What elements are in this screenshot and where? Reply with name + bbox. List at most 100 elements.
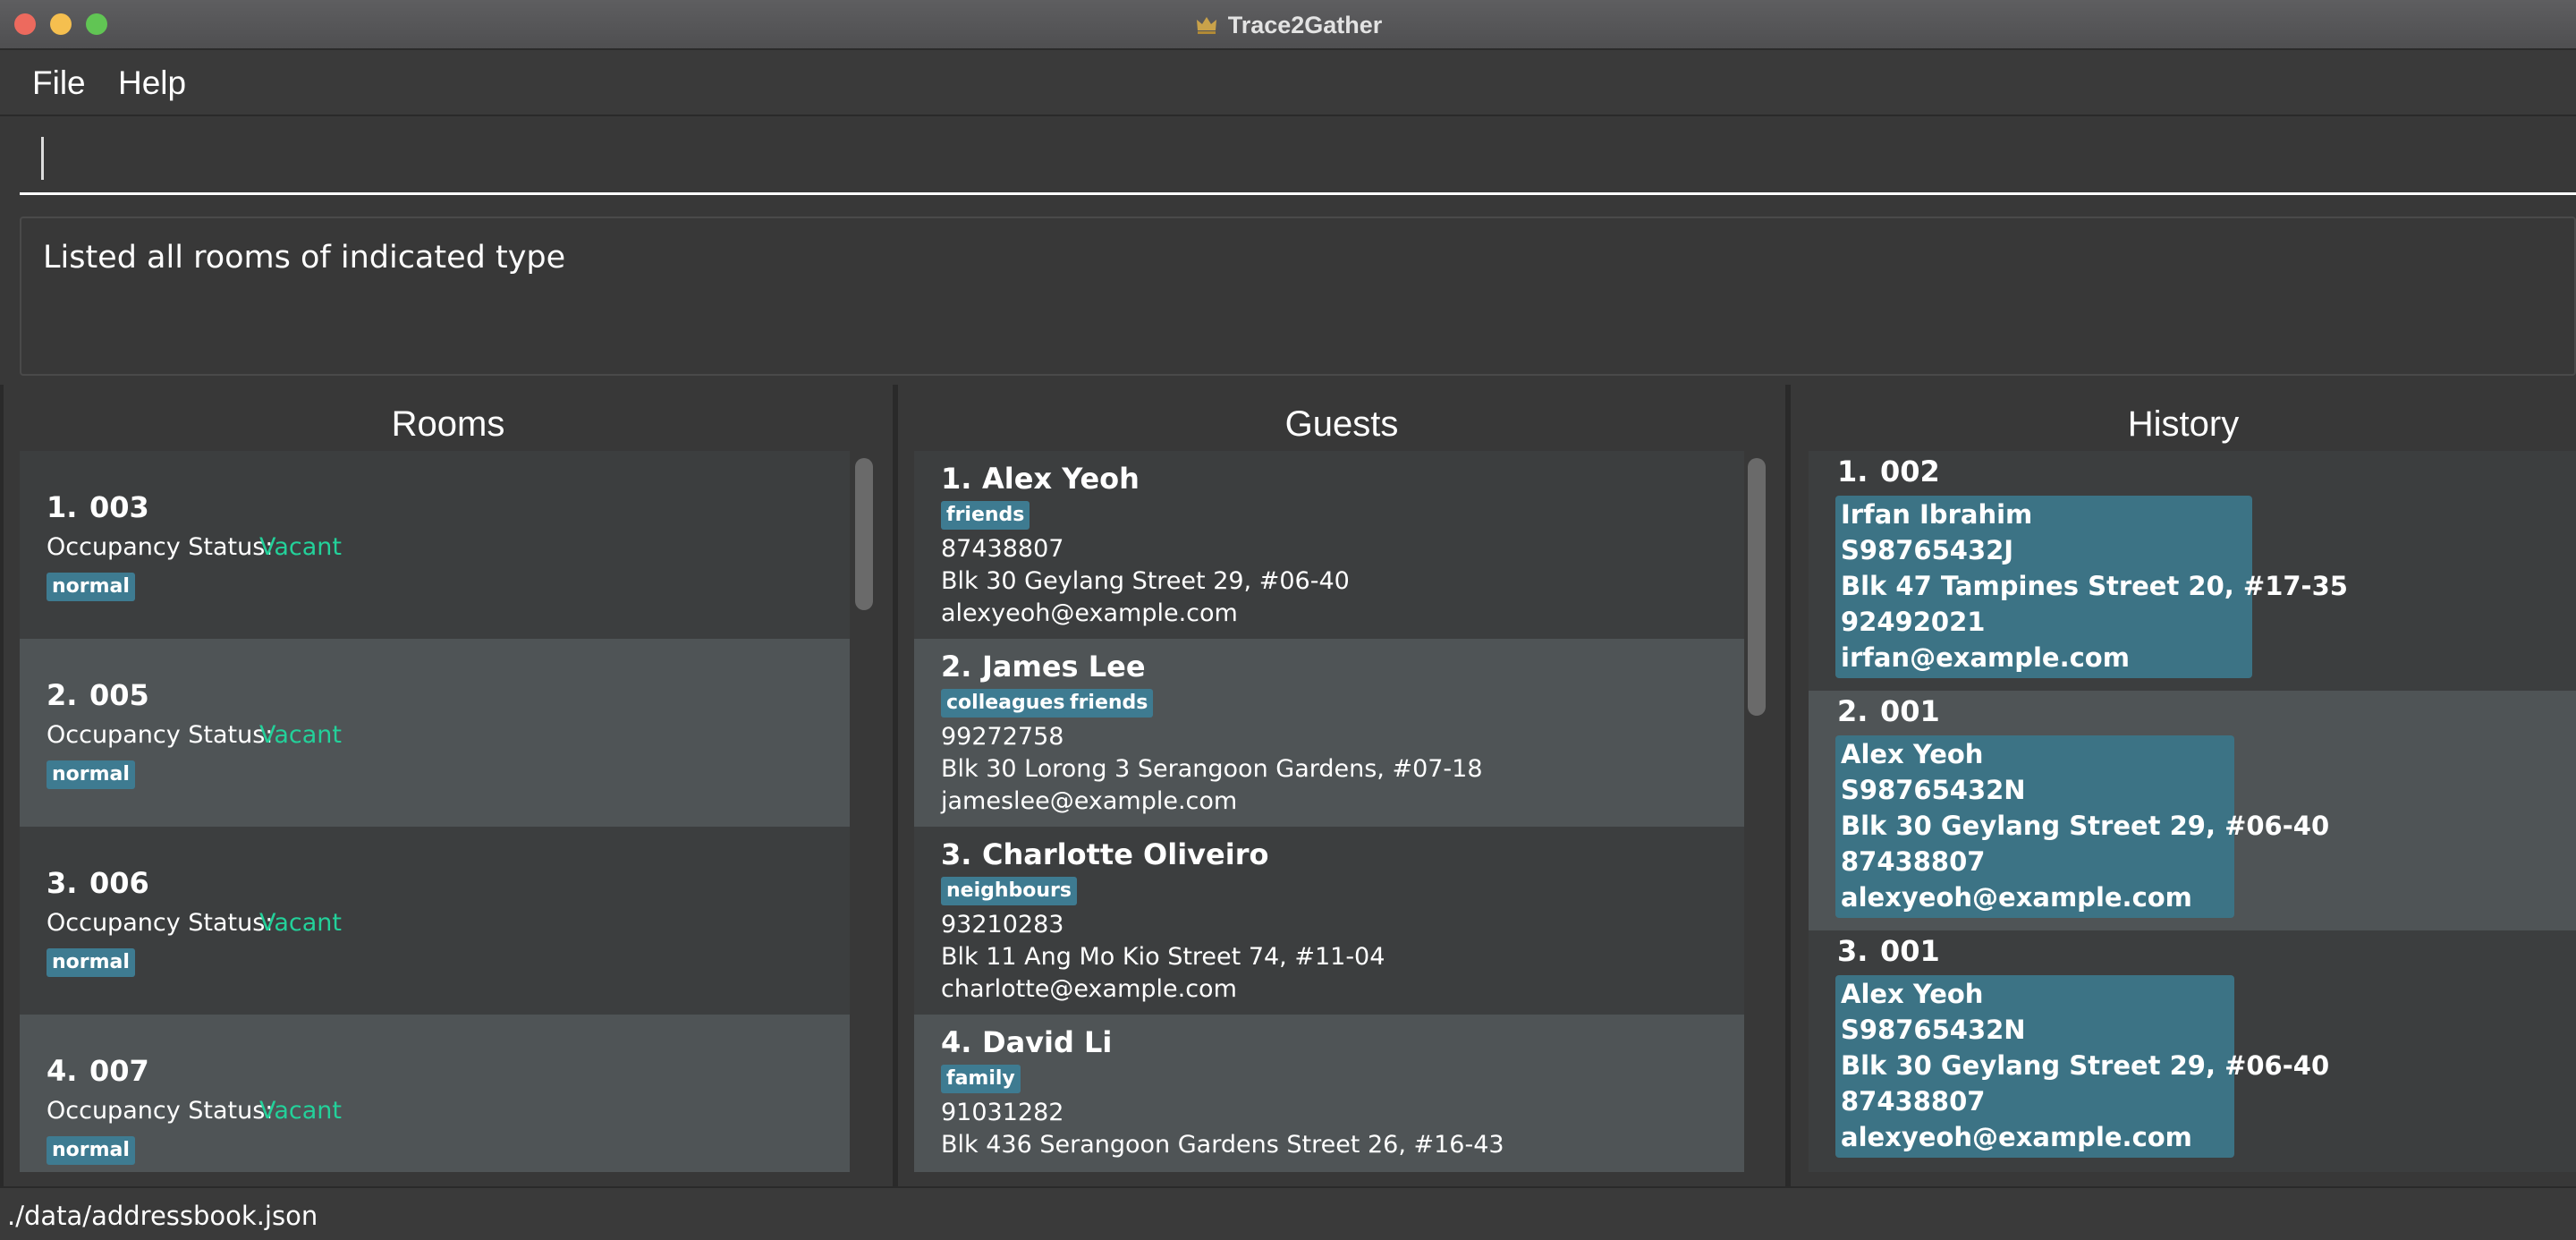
text-caret — [41, 137, 44, 180]
guest-tag: friends — [1064, 689, 1154, 718]
window-title: Trace2Gather — [1227, 11, 1383, 38]
room-card[interactable]: 2. 005 Occupancy Status: Vacant normal — [20, 639, 850, 827]
command-box — [0, 116, 2576, 209]
history-guest-id: S98765432N — [1841, 775, 2026, 805]
history-guest-card: Alex Yeoh S98765432N Blk 30 Geylang Stre… — [1835, 975, 2329, 1158]
guest-address: Blk 30 Geylang Street 29, #06-40 — [941, 567, 1350, 595]
result-message: Listed all rooms of indicated type — [43, 240, 566, 276]
history-guest-name: Alex Yeoh — [1841, 979, 1984, 1009]
room-number: 005 — [89, 678, 149, 712]
history-list[interactable]: 1. 002 Irfan Ibrahim S98765432J Blk 47 T… — [1809, 451, 2576, 1172]
guests-panel: Guests 1. Alex Yeoh friends 87438807 Blk… — [898, 385, 1785, 1186]
guest-tag: neighbours — [941, 877, 1078, 905]
history-room: 001 — [1880, 934, 1940, 968]
history-index: 2. — [1837, 694, 1868, 728]
history-guest-name: Alex Yeoh — [1841, 739, 1984, 769]
guest-email: alexyeoh@example.com — [941, 599, 1238, 627]
occupancy-status: Vacant — [259, 721, 343, 749]
history-heading: History — [2127, 404, 2240, 444]
title-bar: Trace2Gather — [0, 0, 2576, 50]
rooms-scrollbar[interactable] — [855, 458, 873, 610]
history-entry[interactable]: 2. 001 Alex Yeoh S98765432N Blk 30 Geyla… — [1809, 691, 2576, 930]
guest-phone: 93210283 — [941, 911, 1064, 938]
panels-area: Rooms 1. 003 Occupancy Status: Vacant no… — [0, 385, 2576, 1186]
history-guest-id: S98765432J — [1841, 535, 2014, 565]
history-guest-email: irfan@example.com — [1841, 642, 2130, 673]
guest-card[interactable]: 4. David Li family 91031282 Blk 436 Sera… — [914, 1015, 1744, 1172]
room-index: 1. — [47, 490, 78, 524]
occupancy-label: Occupancy Status: — [47, 533, 274, 561]
history-guest-phone: 87438807 — [1841, 846, 1986, 877]
room-card[interactable]: 1. 003 Occupancy Status: Vacant normal — [20, 451, 850, 639]
rooms-heading: Rooms — [391, 404, 505, 444]
rooms-panel: Rooms 1. 003 Occupancy Status: Vacant no… — [4, 385, 893, 1186]
menu-file[interactable]: File — [32, 64, 86, 102]
room-tag: normal — [47, 948, 135, 977]
history-guest-address: Blk 30 Geylang Street 29, #06-40 — [1841, 1050, 2330, 1081]
occupancy-status: Vacant — [259, 533, 343, 561]
result-display: Listed all rooms of indicated type — [20, 217, 2576, 376]
guest-index: 4. — [941, 1025, 972, 1059]
occupancy-label: Occupancy Status: — [47, 1097, 274, 1125]
guests-list[interactable]: 1. Alex Yeoh friends 87438807 Blk 30 Gey… — [914, 451, 1744, 1172]
crown-icon — [1196, 17, 1216, 34]
rooms-list[interactable]: 1. 003 Occupancy Status: Vacant normal 2… — [20, 451, 850, 1172]
guest-card[interactable]: 1. Alex Yeoh friends 87438807 Blk 30 Gey… — [914, 451, 1744, 639]
history-guest-address: Blk 47 Tampines Street 20, #17-35 — [1841, 571, 2348, 601]
guest-email: charlotte@example.com — [941, 975, 1237, 1003]
guest-name: Charlotte Oliveiro — [982, 837, 1269, 871]
history-guest-phone: 87438807 — [1841, 1086, 1986, 1117]
history-index: 1. — [1837, 454, 1868, 488]
room-card[interactable]: 3. 006 Occupancy Status: Vacant normal — [20, 827, 850, 1015]
history-entry[interactable]: 3. 001 Alex Yeoh S98765432N Blk 30 Geyla… — [1809, 930, 2576, 1172]
room-card[interactable]: 4. 007 Occupancy Status: Vacant normal — [20, 1015, 850, 1172]
guest-tag: friends — [941, 501, 1030, 530]
history-room: 001 — [1880, 694, 1940, 728]
guest-address: Blk 11 Ang Mo Kio Street 74, #11-04 — [941, 943, 1385, 971]
room-index: 4. — [47, 1054, 78, 1088]
history-guest-name: Irfan Ibrahim — [1841, 499, 2033, 530]
occupancy-status: Vacant — [259, 909, 343, 937]
occupancy-status: Vacant — [259, 1097, 343, 1125]
command-input[interactable] — [20, 131, 2576, 195]
menu-help[interactable]: Help — [118, 64, 186, 102]
history-guest-phone: 92492021 — [1841, 607, 1986, 637]
history-index: 3. — [1837, 934, 1868, 968]
guest-address: Blk 30 Lorong 3 Serangoon Gardens, #07-1… — [941, 755, 1483, 783]
guest-name: David Li — [982, 1025, 1113, 1059]
room-index: 2. — [47, 678, 78, 712]
room-tag: normal — [47, 760, 135, 789]
history-entry[interactable]: 1. 002 Irfan Ibrahim S98765432J Blk 47 T… — [1809, 451, 2576, 691]
guests-scrollbar[interactable] — [1748, 458, 1766, 716]
room-number: 007 — [89, 1054, 149, 1088]
guest-card[interactable]: 2. James Lee colleagues friends 99272758… — [914, 639, 1744, 827]
result-display-area: Listed all rooms of indicated type — [0, 209, 2576, 385]
history-guest-email: alexyeoh@example.com — [1841, 882, 2192, 913]
guest-index: 3. — [941, 837, 972, 871]
occupancy-label: Occupancy Status: — [47, 721, 274, 749]
room-number: 003 — [89, 490, 149, 524]
guest-phone: 91031282 — [941, 1099, 1064, 1126]
guest-tag: colleagues — [941, 689, 1071, 718]
guest-name: Alex Yeoh — [982, 462, 1140, 496]
guest-index: 1. — [941, 462, 972, 496]
history-guest-address: Blk 30 Geylang Street 29, #06-40 — [1841, 811, 2330, 841]
room-index: 3. — [47, 866, 78, 900]
guest-phone: 99272758 — [941, 723, 1064, 751]
history-guest-email: alexyeoh@example.com — [1841, 1122, 2192, 1152]
guest-card[interactable]: 3. Charlotte Oliveiro neighbours 9321028… — [914, 827, 1744, 1015]
history-panel: History 1. 002 Irfan Ibrahim S98765432J … — [1791, 385, 2576, 1186]
guest-tag: family — [941, 1065, 1021, 1093]
data-file-path: ./data/addressbook.json — [7, 1201, 318, 1231]
guest-address: Blk 436 Serangoon Gardens Street 26, #16… — [941, 1131, 1504, 1159]
guest-name: James Lee — [982, 650, 1146, 684]
room-number: 006 — [89, 866, 149, 900]
history-guest-card: Irfan Ibrahim S98765432J Blk 47 Tampines… — [1835, 496, 2348, 678]
history-guest-id: S98765432N — [1841, 1015, 2026, 1045]
guest-email: jameslee@example.com — [941, 787, 1238, 815]
guest-index: 2. — [941, 650, 972, 684]
history-room: 002 — [1880, 454, 1940, 488]
menu-bar: File Help — [0, 50, 2576, 116]
status-bar: ./data/addressbook.json — [0, 1186, 2576, 1240]
room-tag: normal — [47, 573, 135, 601]
